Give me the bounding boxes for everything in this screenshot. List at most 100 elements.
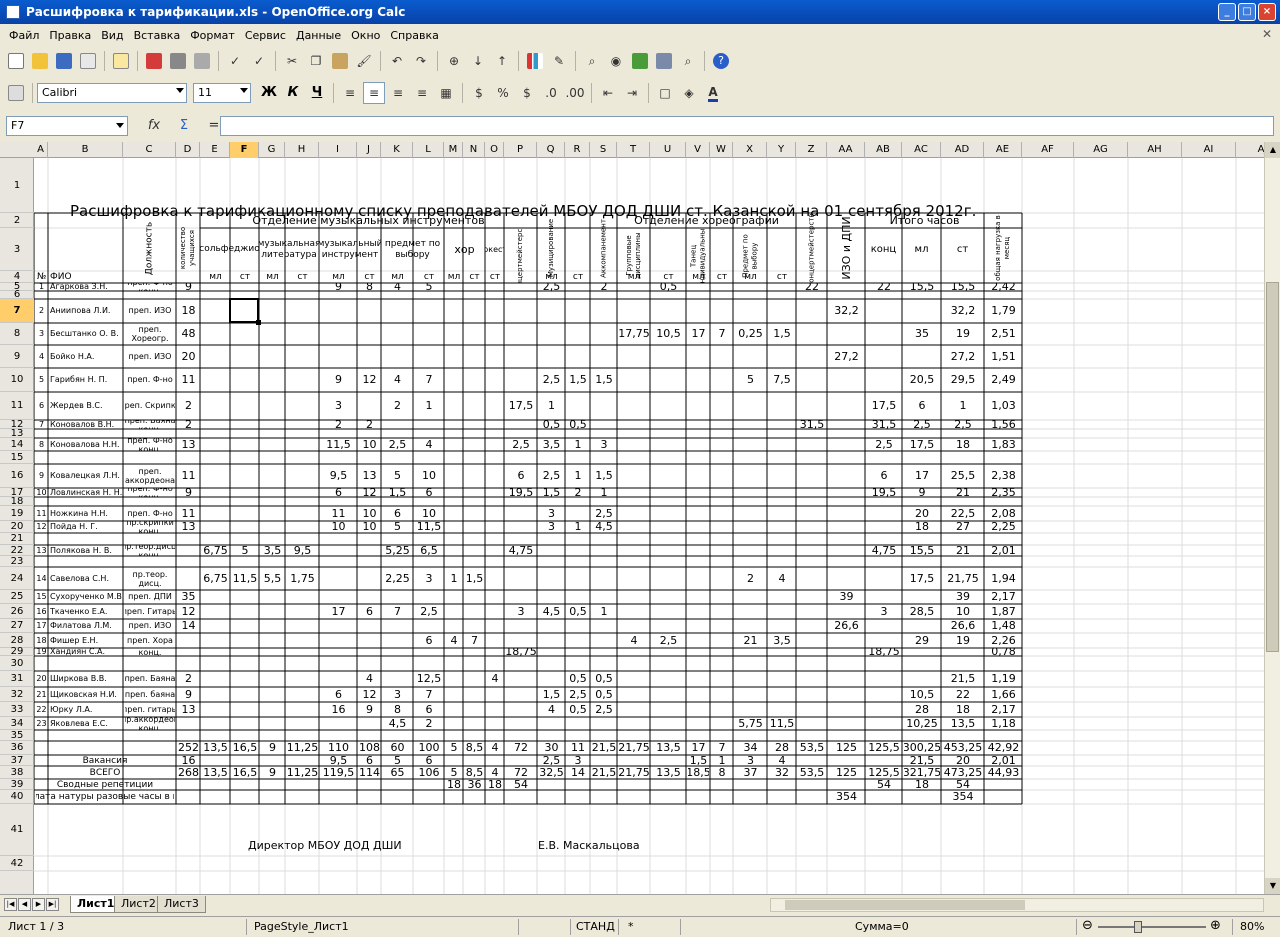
total-value-cell[interactable]: 21,5 (904, 755, 940, 766)
value-cell[interactable]: 1 (943, 392, 983, 420)
value-cell[interactable]: 2,5 (539, 464, 564, 488)
value-cell[interactable]: 3 (415, 567, 443, 590)
paste-icon[interactable] (329, 50, 351, 72)
value-cell[interactable]: 28,5 (904, 604, 940, 619)
value-cell[interactable]: 27 (943, 521, 983, 533)
value-cell[interactable]: 1,5 (567, 368, 589, 392)
total-value-cell[interactable]: 8,5 (465, 741, 484, 755)
row-header[interactable]: 30 (0, 656, 34, 671)
value-cell[interactable]: 6 (415, 702, 443, 717)
autospell-icon[interactable]: ✓ (248, 50, 270, 72)
value-cell[interactable]: 6,75 (202, 545, 229, 556)
total-value-cell[interactable]: 108 (359, 741, 380, 755)
cut-icon[interactable]: ✂ (281, 50, 303, 72)
total-value-cell[interactable]: 21,5 (592, 766, 616, 779)
value-cell[interactable]: 2,35 (986, 488, 1021, 497)
total-value-cell[interactable]: 106 (415, 766, 443, 779)
column-header[interactable]: M (444, 142, 463, 158)
teacher-position[interactable]: преп. Баяна конц. (125, 420, 175, 429)
value-cell[interactable]: 20 (904, 506, 940, 521)
row-number[interactable]: 21 (36, 687, 47, 702)
row-number[interactable]: 4 (36, 345, 47, 368)
draw-icon[interactable]: ✎ (548, 50, 570, 72)
teacher-name[interactable]: Ловлинская Н. Н. (50, 488, 122, 497)
value-cell[interactable]: 6 (904, 392, 940, 420)
value-cell[interactable]: 4 (359, 671, 380, 687)
teacher-name[interactable]: Хандиян С.А. (50, 648, 122, 656)
value-cell[interactable]: 1,5 (383, 488, 412, 497)
value-cell[interactable]: 1,5 (539, 687, 564, 702)
navigator-icon[interactable]: ◉ (605, 50, 627, 72)
value-cell[interactable]: 5 (735, 368, 766, 392)
row-number[interactable]: 16 (36, 604, 47, 619)
value-cell[interactable]: 2 (735, 567, 766, 590)
value-cell[interactable]: 1,75 (287, 567, 318, 590)
column-header[interactable]: AF (1022, 142, 1074, 158)
menu-view[interactable]: Вид (96, 29, 128, 42)
column-header[interactable]: J (357, 142, 381, 158)
total-value-cell[interactable]: 32 (769, 766, 795, 779)
total-value-cell[interactable]: 16 (178, 755, 199, 766)
value-cell[interactable]: 18 (178, 299, 199, 323)
value-cell[interactable]: 2,5 (539, 283, 564, 291)
teacher-name[interactable]: Ширкова В.В. (50, 671, 122, 687)
font-name-combo[interactable]: Calibri (37, 83, 187, 103)
total-value-cell[interactable]: 30 (539, 741, 564, 755)
value-cell[interactable]: 5,25 (383, 545, 412, 556)
value-cell[interactable]: 4 (769, 567, 795, 590)
value-cell[interactable]: 10 (415, 464, 443, 488)
value-cell[interactable]: 6,75 (202, 567, 229, 590)
total-value-cell[interactable]: 21,75 (619, 741, 649, 755)
total-value-cell[interactable]: 21,75 (619, 766, 649, 779)
value-cell[interactable]: 1,5 (769, 323, 795, 345)
total-value-cell[interactable]: 16,5 (232, 766, 258, 779)
ml-subheader[interactable]: мл (202, 271, 229, 283)
teacher-name[interactable]: Сухорученко М.В. (50, 590, 122, 604)
value-cell[interactable]: 32,2 (943, 299, 983, 323)
total-value-cell[interactable]: 114 (359, 766, 380, 779)
value-cell[interactable]: 2,5 (567, 687, 589, 702)
total-value-cell[interactable]: 18 (904, 779, 940, 790)
value-cell[interactable]: 19,5 (867, 488, 901, 497)
teacher-name[interactable]: Щиковская Н.И. (50, 687, 122, 702)
total-value-cell[interactable]: 4 (769, 755, 795, 766)
row-header[interactable]: 13 (0, 428, 34, 439)
value-cell[interactable]: 4,75 (867, 545, 901, 556)
total-value-cell[interactable]: 20 (943, 755, 983, 766)
total-value-cell[interactable]: 36 (465, 779, 484, 790)
value-cell[interactable]: 1,5 (539, 488, 564, 497)
value-cell[interactable]: 6 (867, 464, 901, 488)
row-header[interactable]: 1 (0, 158, 34, 213)
value-cell[interactable]: 10,25 (904, 717, 940, 730)
value-cell[interactable]: 1,87 (986, 604, 1021, 619)
value-cell[interactable]: 1 (567, 438, 589, 451)
total-value-cell[interactable]: 4 (487, 741, 503, 755)
status-mode[interactable]: СТАНД (576, 920, 615, 933)
value-cell[interactable]: 15,5 (943, 283, 983, 291)
value-cell[interactable]: 3 (867, 604, 901, 619)
value-cell[interactable]: 1,03 (986, 392, 1021, 420)
open-icon[interactable] (29, 50, 51, 72)
menu-edit[interactable]: Правка (44, 29, 96, 42)
delete-decimal-icon[interactable]: .00 (564, 82, 586, 104)
value-cell[interactable]: 39 (943, 590, 983, 604)
value-cell[interactable]: 35 (178, 590, 199, 604)
value-cell[interactable]: 5 (232, 545, 258, 556)
total-value-cell[interactable]: 18 (487, 779, 503, 790)
teacher-position[interactable]: пр.аккордеонконц. (125, 717, 175, 730)
value-cell[interactable]: 27,2 (829, 345, 864, 368)
total-value-cell[interactable]: 54 (867, 779, 901, 790)
redo-icon[interactable]: ↷ (410, 50, 432, 72)
row-number[interactable]: 5 (36, 368, 47, 392)
value-cell[interactable]: 2,25 (383, 567, 412, 590)
value-cell[interactable]: 17 (904, 464, 940, 488)
value-cell[interactable]: 7 (415, 687, 443, 702)
menu-format[interactable]: Формат (185, 29, 240, 42)
email-icon[interactable] (77, 50, 99, 72)
row-number[interactable]: 15 (36, 590, 47, 604)
ml-subheader[interactable]: мл (383, 271, 412, 283)
value-cell[interactable]: 2,5 (592, 702, 616, 717)
value-cell[interactable]: 17 (321, 604, 356, 619)
row-header[interactable]: 15 (0, 451, 34, 464)
total-value-cell[interactable]: 54 (506, 779, 536, 790)
